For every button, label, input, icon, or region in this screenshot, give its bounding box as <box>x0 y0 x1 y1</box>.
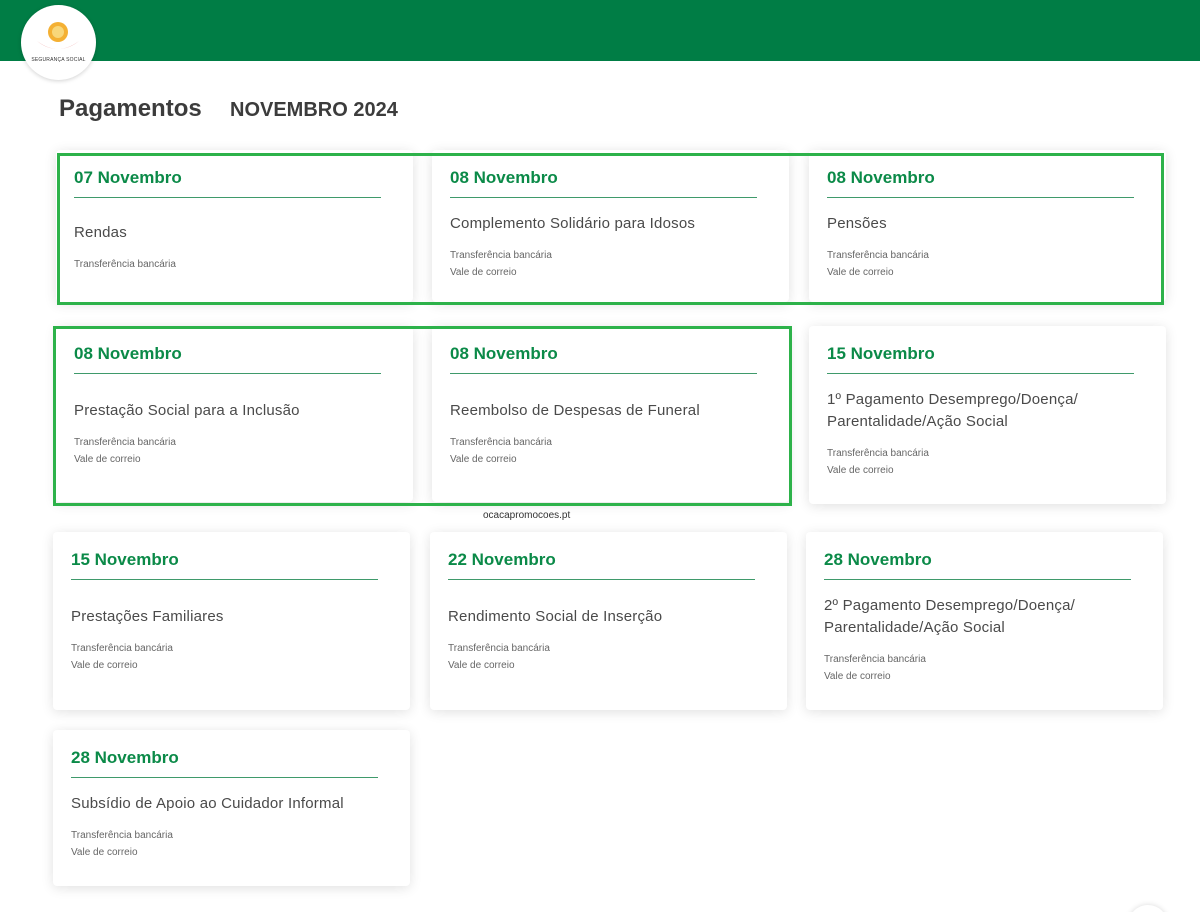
method-postal: Vale de correio <box>71 660 138 671</box>
payment-card[interactable]: 22 Novembro Rendimento Social de Inserçã… <box>430 532 787 710</box>
card-title: Subsídio de Apoio ao Cuidador Informal <box>71 795 344 812</box>
card-divider <box>827 373 1134 374</box>
method-transfer: Transferência bancária <box>71 830 173 841</box>
card-divider <box>71 579 378 580</box>
logo-emblem-icon <box>37 22 79 49</box>
card-title: Complemento Solidário para Idosos <box>450 215 696 232</box>
card-title: 1º Pagamento Desemprego/Doença/ Parental… <box>827 391 1078 430</box>
card-title: Rendimento Social de Inserção <box>448 608 663 625</box>
card-date: 28 Novembro <box>71 748 179 767</box>
card-methods: Transferência bancária Vale de correio <box>448 640 550 674</box>
payment-card[interactable]: 15 Novembro Prestações Familiares Transf… <box>53 532 410 710</box>
month-label: NOVEMBRO 2024 <box>230 99 398 121</box>
card-date: 08 Novembro <box>827 168 935 187</box>
card-date: 07 Novembro <box>74 168 182 187</box>
payment-card[interactable]: 28 Novembro Subsídio de Apoio ao Cuidado… <box>53 730 410 886</box>
card-title: Reembolso de Despesas de Funeral <box>450 402 700 419</box>
card-divider <box>74 197 381 198</box>
card-methods: Transferência bancária Vale de correio <box>450 247 552 281</box>
card-date: 08 Novembro <box>450 344 558 363</box>
card-methods: Transferência bancária Vale de correio <box>450 434 552 468</box>
method-postal: Vale de correio <box>827 465 894 476</box>
card-title: 2º Pagamento Desemprego/Doença/ Parental… <box>824 597 1075 636</box>
card-methods: Transferência bancária Vale de correio <box>824 651 926 685</box>
payment-card[interactable]: 08 Novembro Reembolso de Despesas de Fun… <box>432 326 789 502</box>
card-methods: Transferência bancária Vale de correio <box>71 827 173 861</box>
card-divider <box>450 373 757 374</box>
card-divider <box>824 579 1131 580</box>
method-transfer: Transferência bancária <box>827 250 929 261</box>
logo-text: SEGURANÇA SOCIAL <box>31 57 86 63</box>
card-divider <box>74 373 381 374</box>
method-transfer: Transferência bancária <box>824 654 926 665</box>
method-postal: Vale de correio <box>448 660 515 671</box>
method-postal: Vale de correio <box>824 671 891 682</box>
payment-card[interactable]: 15 Novembro 1º Pagamento Desemprego/Doen… <box>809 326 1166 504</box>
method-transfer: Transferência bancária <box>450 250 552 261</box>
card-methods: Transferência bancária Vale de correio <box>71 640 173 674</box>
card-methods: Transferência bancária Vale de correio <box>74 434 176 468</box>
card-date: 08 Novembro <box>74 344 182 363</box>
card-divider <box>71 777 378 778</box>
card-divider <box>450 197 757 198</box>
card-date: 15 Novembro <box>827 344 935 363</box>
method-transfer: Transferência bancária <box>448 643 550 654</box>
method-transfer: Transferência bancária <box>71 643 173 654</box>
method-postal: Vale de correio <box>827 267 894 278</box>
method-transfer: Transferência bancária <box>827 448 929 459</box>
top-bar <box>0 0 1200 61</box>
method-transfer: Transferência bancária <box>74 259 176 270</box>
payment-card[interactable]: 08 Novembro Complemento Solidário para I… <box>432 150 789 302</box>
payment-card[interactable]: 07 Novembro Rendas Transferência bancári… <box>56 150 413 302</box>
card-methods: Transferência bancária <box>74 256 176 273</box>
seguranca-social-logo[interactable]: SEGURANÇA SOCIAL <box>21 5 96 80</box>
page-title: Pagamentos <box>59 95 202 122</box>
method-postal: Vale de correio <box>450 454 517 465</box>
card-date: 28 Novembro <box>824 550 932 569</box>
method-postal: Vale de correio <box>74 454 141 465</box>
card-title: Prestação Social para a Inclusão <box>74 402 300 419</box>
method-postal: Vale de correio <box>71 847 138 858</box>
card-methods: Transferência bancária Vale de correio <box>827 445 929 479</box>
method-postal: Vale de correio <box>450 267 517 278</box>
method-transfer: Transferência bancária <box>74 437 176 448</box>
card-date: 22 Novembro <box>448 550 556 569</box>
payment-card[interactable]: 28 Novembro 2º Pagamento Desemprego/Doen… <box>806 532 1163 710</box>
watermark-text: ocacapromocoes.pt <box>483 510 571 521</box>
card-title: Rendas <box>74 224 127 241</box>
payment-card[interactable]: 08 Novembro Pensões Transferência bancár… <box>809 150 1166 302</box>
card-date: 08 Novembro <box>450 168 558 187</box>
card-divider <box>448 579 755 580</box>
card-divider <box>827 197 1134 198</box>
scroll-top-button[interactable] <box>1128 905 1168 912</box>
card-methods: Transferência bancária Vale de correio <box>827 247 929 281</box>
card-title: Prestações Familiares <box>71 608 224 625</box>
payment-card[interactable]: 08 Novembro Prestação Social para a Incl… <box>56 326 413 502</box>
card-title: Pensões <box>827 215 887 232</box>
method-transfer: Transferência bancária <box>450 437 552 448</box>
card-date: 15 Novembro <box>71 550 179 569</box>
